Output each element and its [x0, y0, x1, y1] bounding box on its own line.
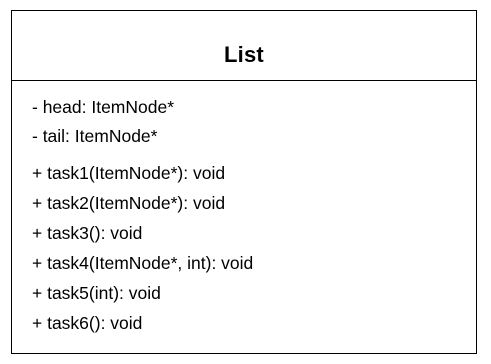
- class-name: List: [224, 41, 264, 67]
- methods-compartment: + task1(ItemNode*): void + task2(ItemNod…: [12, 151, 476, 338]
- method-task1: + task1(ItemNode*): void: [32, 163, 226, 183]
- uml-class-box: List - head: ItemNode* - tail: ItemNode*…: [11, 10, 477, 354]
- method-task3: + task3(): void: [32, 223, 143, 243]
- attributes-compartment: - head: ItemNode* - tail: ItemNode*: [12, 81, 476, 151]
- method-task6: + task6(): void: [32, 313, 143, 333]
- class-name-compartment: List: [12, 11, 476, 81]
- method-task2: + task2(ItemNode*): void: [32, 193, 226, 213]
- method-task4: + task4(ItemNode*, int): void: [32, 253, 254, 273]
- method-task5: + task5(int): void: [32, 283, 161, 303]
- attribute-tail: - tail: ItemNode*: [32, 126, 158, 146]
- attribute-head: - head: ItemNode*: [32, 97, 175, 117]
